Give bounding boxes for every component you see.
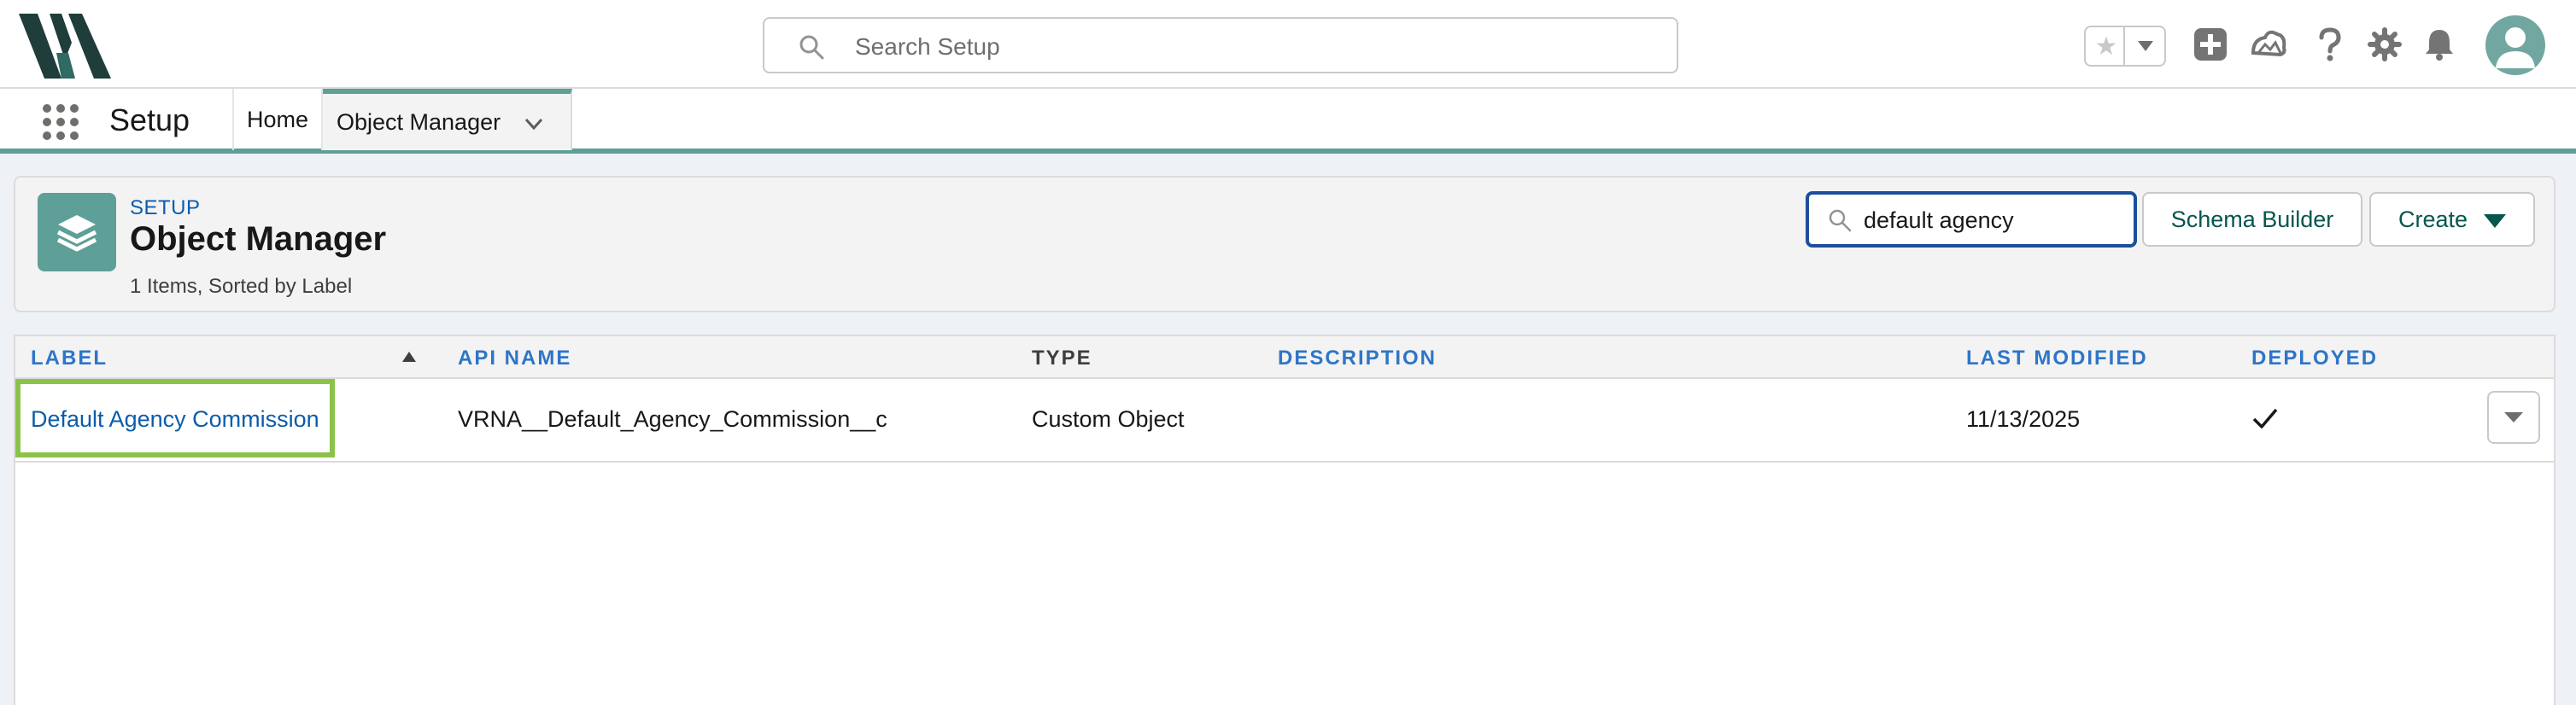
- last-modified-cell: 11/13/2025: [1966, 406, 2081, 432]
- help-button[interactable]: [2311, 26, 2349, 63]
- favorites-divider: [2123, 27, 2125, 65]
- notifications-button[interactable]: [2421, 26, 2458, 63]
- tab-home[interactable]: Home: [232, 89, 323, 150]
- label-cell-highlight: Default Agency Commission: [15, 379, 335, 457]
- layers-icon: [56, 215, 97, 252]
- user-avatar[interactable]: [2485, 15, 2545, 75]
- create-label: Create: [2398, 206, 2468, 232]
- caret-down-icon: [2484, 214, 2506, 228]
- column-header-type[interactable]: TYPE: [1032, 347, 1092, 370]
- schema-builder-label: Schema Builder: [2170, 206, 2334, 232]
- trailhead-button[interactable]: [2250, 26, 2287, 63]
- setup-search-box[interactable]: Search Setup: [763, 17, 1678, 73]
- search-placeholder: Search Setup: [855, 33, 1000, 60]
- column-header-deployed[interactable]: DEPLOYED: [2251, 347, 2378, 370]
- chevron-down-icon[interactable]: [523, 113, 545, 135]
- api-name-cell: VRNA__Default_Agency_Commission__c: [458, 406, 887, 432]
- app-launcher-icon[interactable]: [41, 102, 80, 142]
- context-bar: Setup Home Object Manager: [0, 89, 2576, 154]
- search-icon: [799, 35, 824, 60]
- caret-down-icon: [2504, 412, 2523, 422]
- global-actions-button[interactable]: [2192, 26, 2229, 63]
- object-label-link[interactable]: Default Agency Commission: [31, 406, 319, 433]
- create-button[interactable]: Create: [2369, 192, 2535, 247]
- quick-find-input[interactable]: [1864, 205, 2128, 236]
- column-header-api-name[interactable]: API NAME: [458, 347, 571, 370]
- global-header: Search Setup ★: [0, 0, 2576, 89]
- tab-object-manager-label: Object Manager: [337, 108, 501, 135]
- list-meta: 1 Items, Sorted by Label: [130, 275, 353, 298]
- quick-find-box[interactable]: [1806, 191, 2137, 248]
- help-icon: [2319, 27, 2341, 61]
- objects-table: LABEL API NAME TYPE DESCRIPTION LAST MOD…: [14, 335, 2556, 705]
- setup-gear-button[interactable]: [2366, 26, 2403, 63]
- favorites-group: ★: [2084, 26, 2166, 67]
- app-name: Setup: [109, 102, 190, 137]
- column-header-description[interactable]: DESCRIPTION: [1278, 347, 1437, 370]
- row-actions-button[interactable]: [2487, 391, 2540, 444]
- trailhead-icon: [2251, 30, 2286, 57]
- column-header-label[interactable]: LABEL: [31, 347, 108, 370]
- tab-object-manager[interactable]: Object Manager: [323, 89, 572, 150]
- page-title: Object Manager: [130, 220, 387, 258]
- search-icon: [1829, 209, 1852, 232]
- type-cell: Custom Object: [1032, 406, 1185, 432]
- bell-icon: [2426, 30, 2453, 61]
- tab-home-label: Home: [246, 106, 309, 132]
- object-manager-icon: [38, 193, 116, 271]
- breadcrumb[interactable]: SETUP: [130, 196, 201, 220]
- table-row: Default Agency Commission VRNA__Default_…: [15, 379, 2554, 463]
- favorite-star-icon[interactable]: ★: [2093, 31, 2120, 61]
- user-icon: [2496, 27, 2535, 68]
- favorites-list-button[interactable]: [2130, 31, 2161, 61]
- company-logo[interactable]: [19, 12, 113, 80]
- deployed-check-icon: [2252, 408, 2278, 428]
- gear-icon: [2368, 27, 2402, 61]
- sort-ascending-icon[interactable]: [401, 350, 417, 364]
- add-icon: [2194, 28, 2227, 61]
- caret-down-icon: [2138, 41, 2153, 51]
- table-header: LABEL API NAME TYPE DESCRIPTION LAST MOD…: [15, 336, 2554, 379]
- schema-builder-button[interactable]: Schema Builder: [2142, 192, 2362, 247]
- column-header-last-modified[interactable]: LAST MODIFIED: [1966, 347, 2148, 370]
